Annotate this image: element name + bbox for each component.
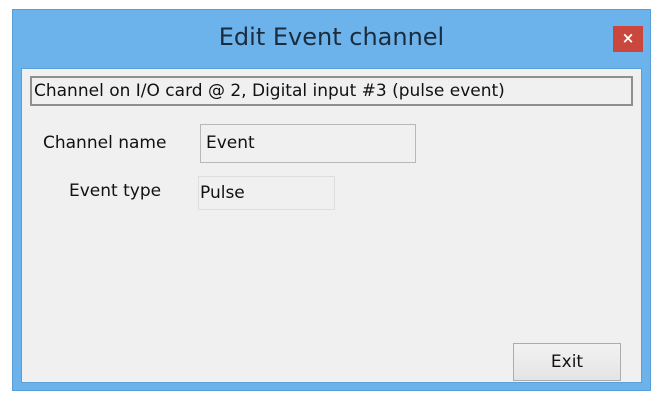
channel-description: Channel on I/O card @ 2, Digital input #…	[30, 76, 633, 106]
channel-name-field[interactable]: Event	[200, 124, 416, 163]
close-button[interactable]: ×	[613, 26, 643, 52]
exit-button[interactable]: Exit	[513, 343, 621, 381]
channel-name-label: Channel name	[43, 133, 167, 153]
event-type-field: Pulse	[198, 176, 335, 210]
window-title: Edit Event channel	[218, 23, 445, 51]
event-type-label: Event type	[69, 181, 162, 201]
dialog-body: Channel on I/O card @ 2, Digital input #…	[21, 68, 642, 383]
dialog-window: Edit Event channel × Channel on I/O card…	[12, 9, 651, 391]
title-bar[interactable]: Edit Event channel ×	[13, 10, 650, 68]
